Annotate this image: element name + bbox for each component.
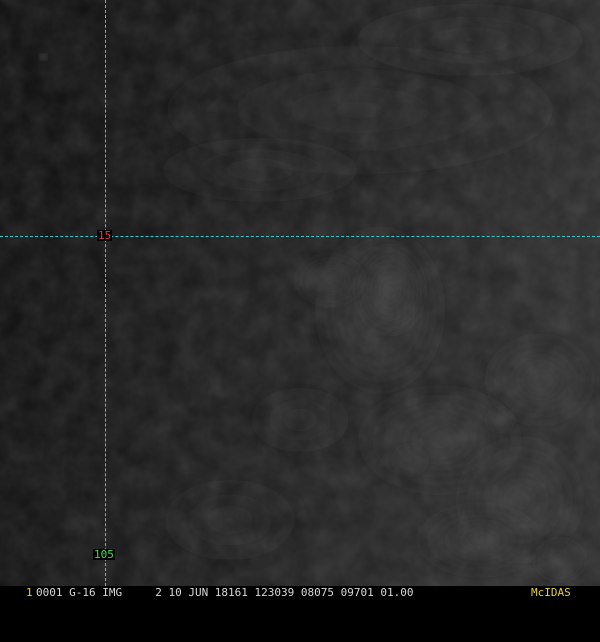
- longitude-grid-line: [105, 0, 106, 586]
- status-bar: 1 0001 G-16 IMG 2 10 JUN 18161 123039 08…: [0, 586, 600, 600]
- satellite-cloud-image: [0, 0, 600, 600]
- satellite-image-viewer[interactable]: 15 105: [0, 0, 600, 600]
- longitude-label: 105: [93, 548, 115, 561]
- latitude-grid-line: [0, 236, 600, 237]
- image-metadata-text: 0001 G-16 IMG 2 10 JUN 18161 123039 0807…: [36, 586, 414, 599]
- frame-number: 1: [26, 586, 33, 599]
- mcidas-brand: McIDAS: [531, 586, 571, 599]
- latitude-label: 15: [97, 229, 113, 242]
